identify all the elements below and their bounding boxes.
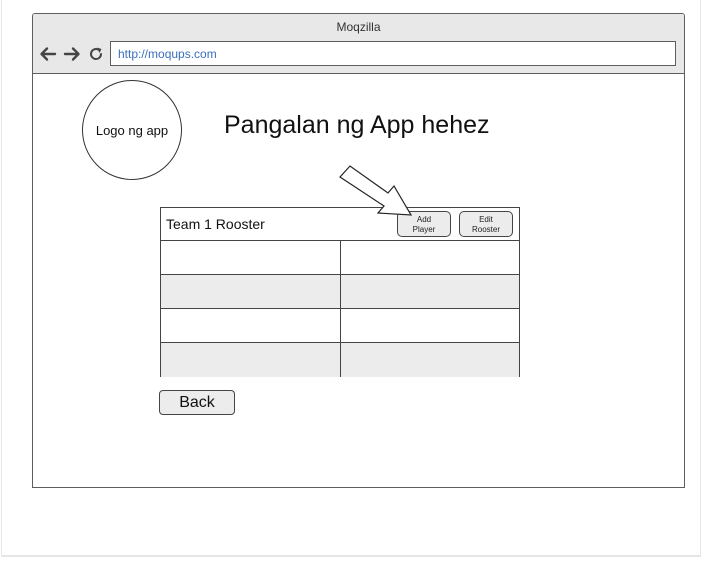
table-row — [161, 343, 519, 377]
roster-panel: Team 1 Rooster Add Player Edit Rooster — [160, 207, 520, 377]
add-player-label-line2: Player — [412, 225, 436, 234]
table-row — [161, 275, 519, 309]
table-cell[interactable] — [340, 241, 519, 274]
arrow-left-icon[interactable] — [39, 45, 57, 63]
table-cell[interactable] — [161, 275, 340, 308]
reload-icon[interactable] — [87, 45, 105, 63]
table-cell[interactable] — [340, 275, 519, 308]
table-row — [161, 309, 519, 343]
edit-roster-button[interactable]: Edit Rooster — [459, 211, 513, 237]
annotation-arrow-icon — [339, 165, 413, 216]
window-title: Moqzilla — [336, 20, 381, 34]
edit-roster-label-line1: Edit — [479, 215, 493, 224]
table-cell[interactable] — [161, 343, 340, 377]
edit-roster-label-line2: Rooster — [471, 225, 500, 234]
browser-chrome: Moqzilla http://moqups.com — [33, 14, 684, 74]
logo-label: Logo ng app — [95, 122, 169, 138]
back-button[interactable]: Back — [159, 390, 235, 415]
table-cell[interactable] — [340, 309, 519, 342]
roster-title: Team 1 Rooster — [166, 216, 265, 232]
table-cell[interactable] — [340, 343, 519, 377]
table-cell[interactable] — [161, 309, 340, 342]
roster-table — [161, 241, 519, 377]
app-logo: Logo ng app — [82, 80, 182, 180]
table-row — [161, 241, 519, 275]
url-input[interactable]: http://moqups.com — [110, 41, 676, 66]
arrow-right-icon[interactable] — [63, 45, 81, 63]
table-cell[interactable] — [161, 241, 340, 274]
app-title: Pangalan ng App hehez — [224, 111, 490, 139]
